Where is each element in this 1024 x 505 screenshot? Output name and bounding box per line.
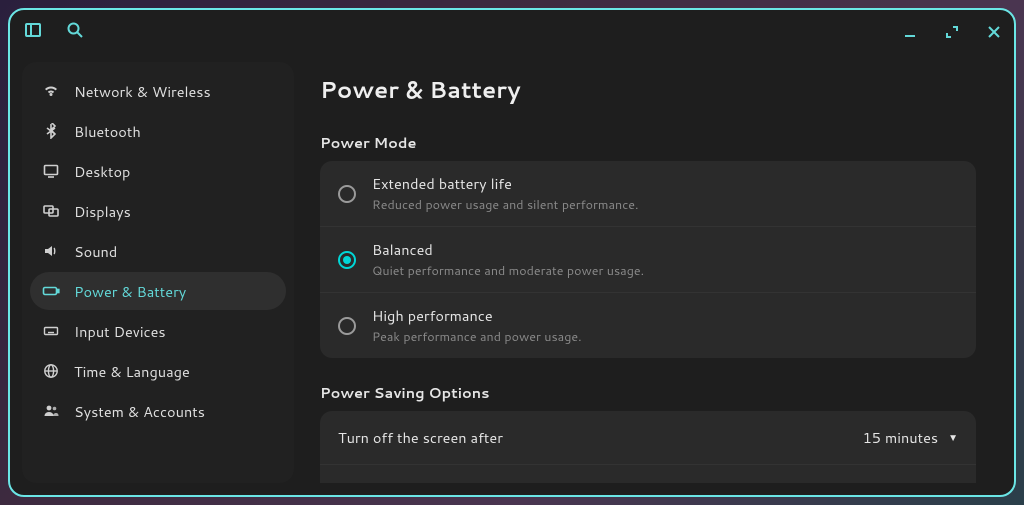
panel-toggle-icon[interactable] [24,21,42,45]
option-title: Balanced [372,239,644,260]
sidebar-item-displays[interactable]: Displays [30,192,286,230]
sidebar-item-bluetooth[interactable]: Bluetooth [30,112,286,150]
sidebar-item-label: Desktop [74,161,130,182]
option-desc: Peak performance and power usage. [372,328,582,346]
section-label-power-saving: Power Saving Options [320,382,976,403]
option-value-text: 30 minutes [863,481,939,483]
section-label-power-mode: Power Mode [320,132,976,153]
maximize-button[interactable] [946,23,958,43]
titlebar [10,10,1014,56]
desktop-icon [42,162,60,180]
sidebar-item-label: Sound [74,241,117,262]
sidebar-item-sound[interactable]: Sound [30,232,286,270]
settings-window: Network & Wireless Bluetooth Desktop Dis… [8,8,1016,497]
main-content: Power & Battery Power Mode Extended batt… [308,62,1002,483]
sidebar-item-input[interactable]: Input Devices [30,312,286,350]
search-icon[interactable] [66,21,84,45]
screen-off-dropdown[interactable]: 15 minutes ▼ [863,427,958,448]
option-desc: Reduced power usage and silent performan… [372,196,639,214]
users-icon [42,402,60,420]
sidebar-item-label: Power & Battery [74,281,186,302]
option-title: Extended battery life [372,173,639,194]
radio-icon [338,251,356,269]
sidebar: Network & Wireless Bluetooth Desktop Dis… [22,62,294,483]
screen-off-row[interactable]: Turn off the screen after 15 minutes ▼ [320,411,976,464]
battery-icon [42,282,60,300]
power-mode-option-performance[interactable]: High performance Peak performance and po… [320,292,976,358]
sidebar-item-label: System & Accounts [74,401,205,422]
page-title: Power & Battery [320,74,976,106]
sidebar-item-power[interactable]: Power & Battery [30,272,286,310]
option-title: High performance [372,305,582,326]
power-mode-card: Extended battery life Reduced power usag… [320,161,976,358]
minimize-button[interactable] [904,23,916,43]
auto-suspend-dropdown[interactable]: 30 minutes ▼ [863,481,958,483]
radio-icon [338,317,356,335]
radio-icon [338,185,356,203]
sidebar-item-network[interactable]: Network & Wireless [30,72,286,110]
sidebar-item-label: Bluetooth [74,121,141,142]
globe-icon [42,362,60,380]
option-label: Automatic suspend [338,481,466,483]
power-mode-option-balanced[interactable]: Balanced Quiet performance and moderate … [320,226,976,292]
displays-icon [42,202,60,220]
sidebar-item-system[interactable]: System & Accounts [30,392,286,430]
sound-icon [42,242,60,260]
sidebar-item-label: Network & Wireless [74,81,211,102]
option-desc: Quiet performance and moderate power usa… [372,262,644,280]
option-label: Turn off the screen after [338,427,503,448]
sidebar-item-label: Displays [74,201,131,222]
auto-suspend-row[interactable]: Automatic suspend 30 minutes ▼ [320,464,976,483]
power-saving-card: Turn off the screen after 15 minutes ▼ A… [320,411,976,483]
power-mode-option-extended[interactable]: Extended battery life Reduced power usag… [320,161,976,226]
sidebar-item-desktop[interactable]: Desktop [30,152,286,190]
sidebar-item-label: Time & Language [74,361,190,382]
option-value-text: 15 minutes [863,427,939,448]
sidebar-item-label: Input Devices [74,321,166,342]
close-button[interactable] [988,23,1000,43]
keyboard-icon [42,322,60,340]
chevron-down-icon: ▼ [948,431,958,445]
wifi-icon [42,82,60,100]
sidebar-item-time-language[interactable]: Time & Language [30,352,286,390]
bluetooth-icon [42,122,60,140]
